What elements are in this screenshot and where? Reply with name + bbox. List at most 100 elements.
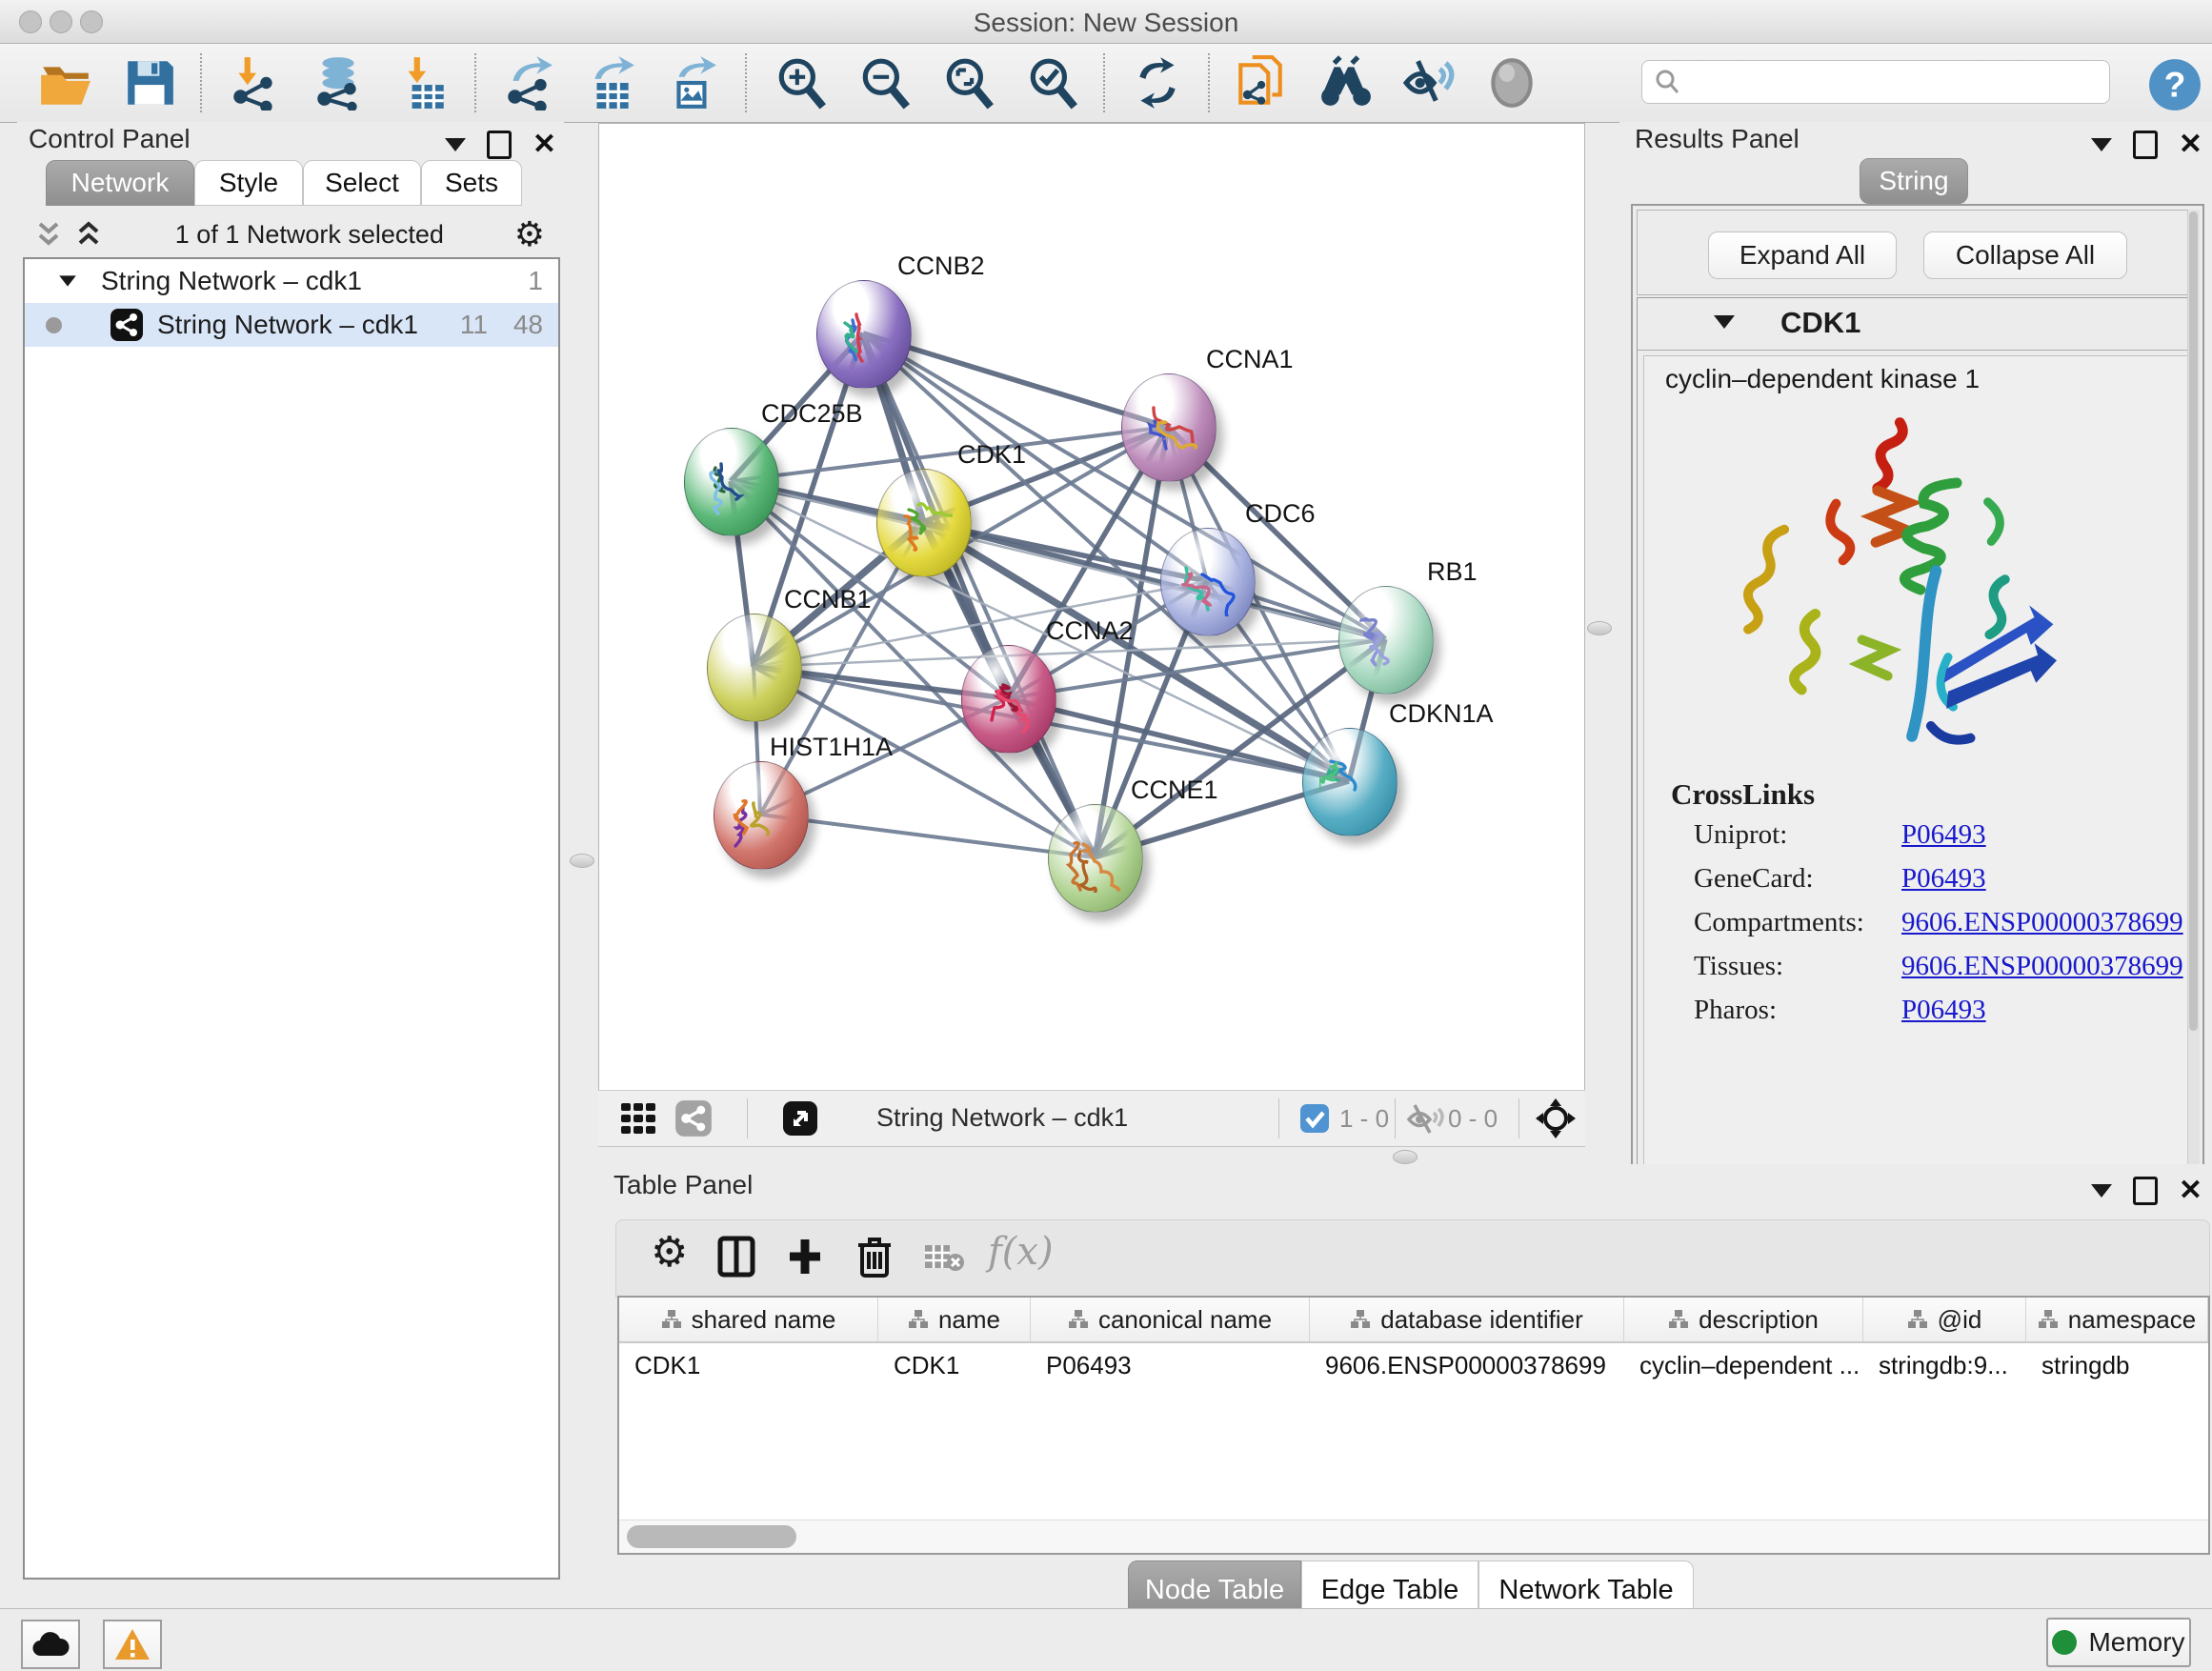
gene-description: cyclin–dependent kinase 1: [1665, 364, 1980, 394]
tab-sets[interactable]: Sets: [421, 160, 522, 206]
table-options-gear-icon[interactable]: ⚙: [651, 1236, 688, 1270]
bottom-splitter-handle[interactable]: [1393, 1150, 1418, 1164]
table-row[interactable]: CDK1CDK1P064939606.ENSP00000378699cyclin…: [619, 1343, 2208, 1387]
table-cell[interactable]: cyclin–dependent ...: [1624, 1343, 1863, 1387]
crosslink-value[interactable]: 9606.ENSP00000378699: [1901, 951, 2183, 982]
crosslink-value[interactable]: P06493: [1901, 863, 1986, 895]
network-node-CDK1[interactable]: [876, 469, 972, 577]
zoom-fit-icon[interactable]: [941, 55, 996, 111]
function-builder-icon[interactable]: f(x): [988, 1230, 1054, 1274]
table-cell[interactable]: CDK1: [878, 1343, 1031, 1387]
hide-selected-icon[interactable]: [1402, 55, 1458, 111]
search-input[interactable]: [1682, 67, 2086, 98]
gene-collapse-icon[interactable]: [1714, 315, 1735, 329]
tab-string[interactable]: String: [1860, 158, 1968, 204]
network-view-share-icon[interactable]: [674, 1099, 713, 1137]
expand-all-button[interactable]: Expand All: [1708, 232, 1897, 279]
export-image-icon[interactable]: [665, 55, 720, 111]
float-panel-icon[interactable]: [445, 138, 466, 151]
tab-style[interactable]: Style: [194, 160, 303, 206]
network-node-CCNB1[interactable]: [707, 614, 802, 722]
crosslink-value[interactable]: 9606.ENSP00000378699: [1901, 907, 2183, 938]
tab-network[interactable]: Network: [46, 160, 194, 206]
network-canvas[interactable]: CCNB2CCNA1CDC25BCDK1CDC6RB1CCNB1CCNA2CDK…: [598, 123, 1585, 1091]
add-column-icon[interactable]: [786, 1236, 824, 1278]
help-icon[interactable]: ?: [2147, 57, 2202, 112]
network-node-CDKN1A[interactable]: [1302, 728, 1398, 836]
delete-table-icon[interactable]: [923, 1241, 965, 1274]
show-columns-icon[interactable]: [717, 1236, 755, 1278]
results-scrollbar[interactable]: [2187, 210, 2200, 1198]
export-table-icon[interactable]: [583, 55, 638, 111]
expand-all-icon[interactable]: [72, 218, 105, 251]
birdseye-view-icon[interactable]: [1534, 1097, 1578, 1140]
network-share-icon: [110, 308, 144, 342]
network-node-CCNB2[interactable]: [816, 280, 912, 389]
close-panel-icon[interactable]: ✕: [2179, 1174, 2202, 1207]
crosslink-value[interactable]: P06493: [1901, 995, 1986, 1026]
table-cell[interactable]: CDK1: [619, 1343, 878, 1387]
network-node-CDC25B[interactable]: [684, 428, 779, 536]
column-header-name[interactable]: name: [878, 1298, 1031, 1341]
import-table-file-icon[interactable]: [396, 55, 452, 111]
crosslink-value[interactable]: P06493: [1901, 819, 1986, 851]
grid-view-icon[interactable]: [619, 1099, 657, 1137]
column-header-id[interactable]: @id: [1863, 1298, 2026, 1341]
float-panel-icon[interactable]: [2091, 1184, 2112, 1198]
column-header-sharedname[interactable]: shared name: [619, 1298, 878, 1341]
network-node-CCNA2[interactable]: [961, 645, 1056, 754]
float-panel-icon[interactable]: [2091, 138, 2112, 151]
collapse-all-button[interactable]: Collapse All: [1923, 232, 2127, 279]
open-session-icon[interactable]: [38, 55, 93, 111]
table-horizontal-scrollbar[interactable]: [619, 1520, 2208, 1553]
table-cell[interactable]: stringdb:9...: [1863, 1343, 2026, 1387]
network-node-RB1[interactable]: [1338, 586, 1434, 695]
left-splitter-handle[interactable]: [570, 854, 594, 868]
network-options-gear-icon[interactable]: ⚙: [514, 217, 545, 252]
column-header-namespace[interactable]: namespace: [2026, 1298, 2208, 1341]
edge-CCNB2-CCNE1[interactable]: [863, 333, 1095, 857]
network-node-HIST1H1A[interactable]: [714, 761, 809, 870]
right-splitter-handle[interactable]: [1587, 621, 1612, 635]
maximize-panel-icon[interactable]: [2133, 131, 2158, 159]
search-box[interactable]: [1641, 60, 2110, 104]
zoom-in-icon[interactable]: [774, 55, 829, 111]
selected-checkbox-icon[interactable]: [1299, 1103, 1330, 1134]
network-from-selection-icon[interactable]: [1233, 55, 1288, 111]
export-network-icon[interactable]: [501, 55, 556, 111]
table-cell[interactable]: P06493: [1031, 1343, 1310, 1387]
save-session-icon[interactable]: [122, 55, 177, 111]
network-row[interactable]: String Network – cdk1 11 48: [25, 303, 558, 347]
close-panel-icon[interactable]: ✕: [2179, 128, 2202, 161]
network-node-CCNE1[interactable]: [1048, 804, 1143, 913]
cloud-button[interactable]: [21, 1620, 80, 1669]
network-collection-row[interactable]: String Network – cdk1 1: [25, 259, 558, 303]
delete-column-icon[interactable]: [856, 1236, 893, 1278]
network-node-CCNA1[interactable]: [1121, 373, 1217, 482]
table-cell[interactable]: 9606.ENSP00000378699: [1310, 1343, 1624, 1387]
detach-view-icon[interactable]: [781, 1099, 819, 1137]
maximize-panel-icon[interactable]: [487, 131, 512, 159]
update-network-icon[interactable]: [1130, 55, 1185, 111]
collapse-all-icon[interactable]: [32, 218, 65, 251]
zoom-selected-icon[interactable]: [1025, 55, 1080, 111]
hidden-eye-icon[interactable]: [1406, 1103, 1444, 1136]
import-network-file-icon[interactable]: [227, 55, 282, 111]
column-header-description[interactable]: description: [1624, 1298, 1863, 1341]
gene-header[interactable]: CDK1: [1638, 298, 2194, 351]
close-panel-icon[interactable]: ✕: [533, 128, 556, 161]
first-neighbors-icon[interactable]: [1318, 55, 1374, 111]
memory-button[interactable]: Memory: [2046, 1618, 2191, 1667]
maximize-panel-icon[interactable]: [2133, 1177, 2158, 1205]
warnings-button[interactable]: [103, 1620, 162, 1669]
table-cell[interactable]: stringdb: [2026, 1343, 2208, 1387]
collection-expand-icon[interactable]: [59, 275, 76, 286]
tab-select[interactable]: Select: [303, 160, 421, 206]
import-network-database-icon[interactable]: [311, 55, 366, 111]
column-header-databaseidentifier[interactable]: database identifier: [1310, 1298, 1624, 1341]
toggle-graphics-details-icon[interactable]: [1484, 55, 1539, 111]
edge-HIST1H1A-CCNE1[interactable]: [760, 815, 1095, 857]
zoom-out-icon[interactable]: [857, 55, 913, 111]
column-header-canonicalname[interactable]: canonical name: [1031, 1298, 1310, 1341]
network-node-CDC6[interactable]: [1160, 528, 1256, 636]
